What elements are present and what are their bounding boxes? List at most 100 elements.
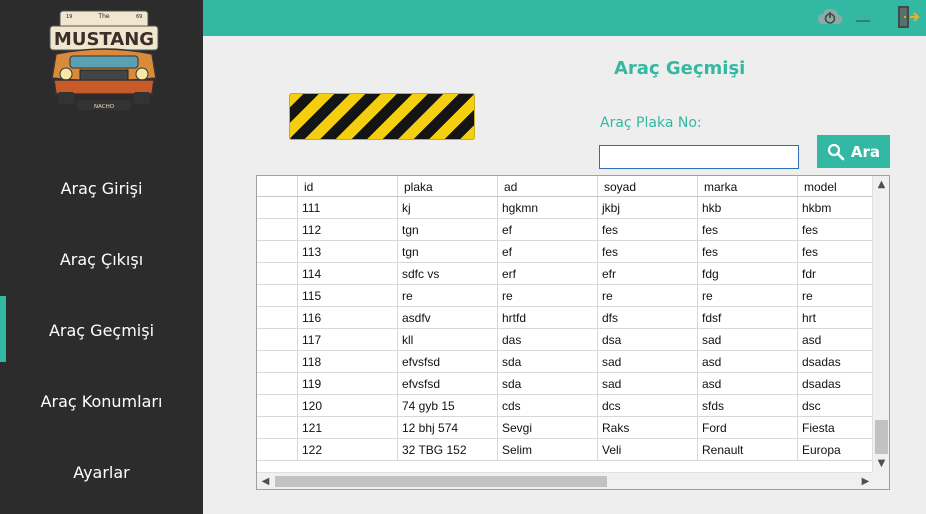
cell-plaka[interactable]: tgn xyxy=(398,241,498,262)
cell-ad[interactable]: erf xyxy=(498,263,598,284)
vertical-scrollbar[interactable]: ▲ ▼ xyxy=(872,176,889,472)
cell-plaka[interactable]: kj xyxy=(398,197,498,218)
search-button[interactable]: Ara xyxy=(817,135,890,168)
row-header[interactable] xyxy=(257,285,298,306)
cell-ad[interactable]: sda xyxy=(498,373,598,394)
cell-id[interactable]: 122 xyxy=(298,439,398,460)
cell-soyad[interactable]: sad xyxy=(598,373,698,394)
cell-plaka[interactable]: re xyxy=(398,285,498,306)
cell-plaka[interactable]: 32 TBG 152 xyxy=(398,439,498,460)
column-header-marka[interactable]: marka xyxy=(698,176,798,196)
table-row[interactable]: 116 asdfv hrtfd dfs fdsf hrt xyxy=(257,307,873,329)
cell-ad[interactable]: ef xyxy=(498,219,598,240)
row-header[interactable] xyxy=(257,439,298,460)
sidebar-item-arac-cikisi[interactable]: Araç Çıkışı xyxy=(0,239,203,279)
cell-marka[interactable]: Ford xyxy=(698,417,798,438)
column-header-id[interactable]: id xyxy=(298,176,398,196)
cell-plaka[interactable]: efvsfsd xyxy=(398,351,498,372)
cell-ad[interactable]: hgkmn xyxy=(498,197,598,218)
cell-id[interactable]: 119 xyxy=(298,373,398,394)
table-row[interactable]: 122 32 TBG 152 Selim Veli Renault Europa xyxy=(257,439,873,461)
row-header[interactable] xyxy=(257,197,298,218)
cell-model[interactable]: Fiesta xyxy=(798,417,873,438)
cell-soyad[interactable]: Veli xyxy=(598,439,698,460)
table-row[interactable]: 120 74 gyb 15 cds dcs sfds dsc xyxy=(257,395,873,417)
column-header-ad[interactable]: ad xyxy=(498,176,598,196)
table-row[interactable]: 119 efvsfsd sda sad asd dsadas xyxy=(257,373,873,395)
cell-plaka[interactable]: kll xyxy=(398,329,498,350)
cell-marka[interactable]: asd xyxy=(698,351,798,372)
cell-marka[interactable]: Renault xyxy=(698,439,798,460)
minimize-icon[interactable]: __ xyxy=(856,6,878,28)
cell-marka[interactable]: fes xyxy=(698,241,798,262)
cell-plaka[interactable]: tgn xyxy=(398,219,498,240)
row-header[interactable] xyxy=(257,263,298,284)
cell-plaka[interactable]: sdfc vs xyxy=(398,263,498,284)
cell-plaka[interactable]: 74 gyb 15 xyxy=(398,395,498,416)
scroll-down-icon[interactable]: ▼ xyxy=(873,455,889,472)
row-header[interactable] xyxy=(257,395,298,416)
cell-soyad[interactable]: sad xyxy=(598,351,698,372)
cell-soyad[interactable]: Raks xyxy=(598,417,698,438)
cell-id[interactable]: 116 xyxy=(298,307,398,328)
cell-model[interactable]: hkbm xyxy=(798,197,873,218)
cell-model[interactable]: re xyxy=(798,285,873,306)
cell-model[interactable]: dsc xyxy=(798,395,873,416)
row-header[interactable] xyxy=(257,351,298,372)
cell-marka[interactable]: fes xyxy=(698,219,798,240)
sidebar-item-arac-konumlari[interactable]: Araç Konumları xyxy=(0,381,203,421)
cell-ad[interactable]: ef xyxy=(498,241,598,262)
cell-soyad[interactable]: efr xyxy=(598,263,698,284)
cell-soyad[interactable]: fes xyxy=(598,219,698,240)
power-icon[interactable] xyxy=(817,6,843,30)
table-row[interactable]: 112 tgn ef fes fes fes xyxy=(257,219,873,241)
horizontal-scrollbar[interactable]: ◀ ▶ xyxy=(257,472,889,489)
cell-id[interactable]: 121 xyxy=(298,417,398,438)
cell-ad[interactable]: sda xyxy=(498,351,598,372)
cell-id[interactable]: 115 xyxy=(298,285,398,306)
cell-model[interactable]: asd xyxy=(798,329,873,350)
cell-model[interactable]: hrt xyxy=(798,307,873,328)
cell-soyad[interactable]: dcs xyxy=(598,395,698,416)
scroll-left-icon[interactable]: ◀ xyxy=(257,473,274,489)
sidebar-item-ayarlar[interactable]: Ayarlar xyxy=(0,452,203,492)
table-row[interactable]: 117 kll das dsa sad asd xyxy=(257,329,873,351)
cell-soyad[interactable]: re xyxy=(598,285,698,306)
cell-marka[interactable]: asd xyxy=(698,373,798,394)
cell-id[interactable]: 111 xyxy=(298,197,398,218)
row-header[interactable] xyxy=(257,307,298,328)
row-header[interactable] xyxy=(257,219,298,240)
cell-ad[interactable]: Selim xyxy=(498,439,598,460)
table-row[interactable]: 114 sdfc vs erf efr fdg fdr xyxy=(257,263,873,285)
row-header[interactable] xyxy=(257,329,298,350)
vehicle-history-grid[interactable]: id plaka ad soyad marka model 111 kj hgkmn… xyxy=(256,175,890,490)
cell-marka[interactable]: re xyxy=(698,285,798,306)
cell-soyad[interactable]: fes xyxy=(598,241,698,262)
table-row[interactable]: 111 kj hgkmn jkbj hkb hkbm xyxy=(257,197,873,219)
cell-id[interactable]: 112 xyxy=(298,219,398,240)
cell-id[interactable]: 117 xyxy=(298,329,398,350)
cell-marka[interactable]: fdsf xyxy=(698,307,798,328)
table-row[interactable]: 113 tgn ef fes fes fes xyxy=(257,241,873,263)
cell-model[interactable]: fes xyxy=(798,219,873,240)
sidebar-item-arac-girisi[interactable]: Araç Girişi xyxy=(0,168,203,208)
cell-model[interactable]: dsadas xyxy=(798,351,873,372)
cell-model[interactable]: fdr xyxy=(798,263,873,284)
cell-soyad[interactable]: dsa xyxy=(598,329,698,350)
plate-input[interactable] xyxy=(599,145,799,169)
sidebar-item-arac-gecmisi[interactable]: Araç Geçmişi xyxy=(0,310,203,350)
cell-marka[interactable]: hkb xyxy=(698,197,798,218)
cell-marka[interactable]: fdg xyxy=(698,263,798,284)
cell-plaka[interactable]: 12 bhj 574 xyxy=(398,417,498,438)
column-header-model[interactable]: model xyxy=(798,176,873,196)
cell-soyad[interactable]: dfs xyxy=(598,307,698,328)
cell-soyad[interactable]: jkbj xyxy=(598,197,698,218)
row-header[interactable] xyxy=(257,241,298,262)
vertical-scroll-thumb[interactable] xyxy=(875,420,888,454)
cell-id[interactable]: 114 xyxy=(298,263,398,284)
cell-ad[interactable]: das xyxy=(498,329,598,350)
cell-model[interactable]: dsadas xyxy=(798,373,873,394)
cell-plaka[interactable]: efvsfsd xyxy=(398,373,498,394)
cell-ad[interactable]: hrtfd xyxy=(498,307,598,328)
column-header-plaka[interactable]: plaka xyxy=(398,176,498,196)
